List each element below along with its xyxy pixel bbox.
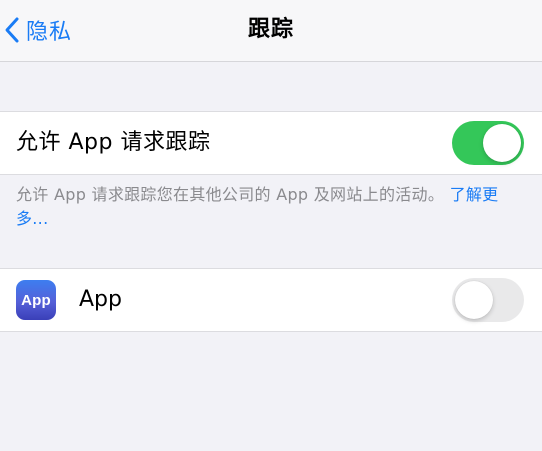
tracking-description-text: 允许 App 请求跟踪您在其他公司的 App 及网站上的活动。 [16, 185, 445, 204]
allow-tracking-label: 允许 App 请求跟踪 [16, 130, 211, 155]
toggle-knob [455, 281, 493, 319]
tracking-description: 允许 App 请求跟踪您在其他公司的 App 及网站上的活动。 了解更多... [16, 183, 521, 231]
app-tracking-toggle[interactable] [452, 278, 524, 322]
navigation-bar: 隐私 跟踪 [0, 0, 542, 62]
toggle-knob [483, 124, 521, 162]
app-name: App [79, 287, 122, 312]
app-row: App App [0, 268, 542, 332]
page-title: 跟踪 [247, 17, 294, 42]
app-icon: App [16, 280, 56, 320]
allow-tracking-row: 允许 App 请求跟踪 [0, 111, 542, 175]
app-icon-text: App [21, 291, 51, 309]
allow-tracking-toggle[interactable] [452, 121, 524, 165]
